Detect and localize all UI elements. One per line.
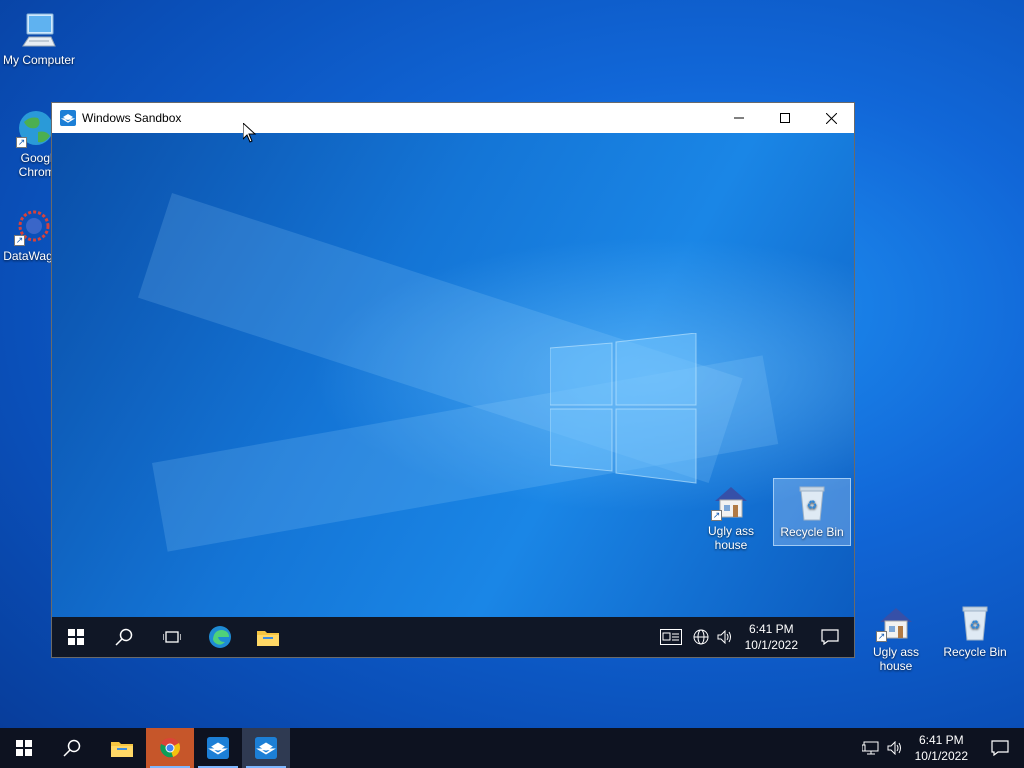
taskbar-clock[interactable]: 6:41 PM 10/1/2022 [907,732,976,764]
chrome-globe-icon: ↗ [16,108,56,148]
minimize-icon [734,117,744,119]
close-icon [825,112,837,124]
action-center-button[interactable] [806,617,854,657]
minimize-button[interactable] [716,103,762,133]
task-view-icon [163,631,181,643]
news-icon [659,629,682,645]
notification-icon [821,629,839,645]
news-button[interactable] [653,617,689,657]
shortcut-arrow-icon: ↗ [711,510,722,521]
search-icon [63,739,81,757]
desktop-icon-label: Ugly ass house [707,524,754,552]
windows-sandbox-icon [207,737,229,759]
chrome-taskbar-button[interactable] [146,728,194,768]
desktop-icon-my-computer[interactable]: My Computer [0,10,78,67]
start-button[interactable] [0,728,48,768]
computer-icon [19,10,59,50]
windows-start-icon [68,629,84,645]
desktop-icon-label: My Computer [2,53,76,67]
recycle-bin-icon: ♻ [792,482,832,522]
windows-sandbox-window[interactable]: Windows Sandbox ↗ Ugly ass house ♻ Recyc… [51,102,855,658]
windows-sandbox-taskbar-button[interactable] [194,728,242,768]
task-view-button[interactable] [148,617,196,657]
shortcut-arrow-icon: ↗ [14,235,25,246]
shortcut-arrow-icon: ↗ [16,137,27,148]
desktop-icon-datawag[interactable]: ↗ DataWag [0,206,56,263]
volume-button[interactable] [713,617,737,657]
windows-sandbox-icon [60,110,76,126]
edge-icon [209,626,231,648]
svg-text:♻: ♻ [970,618,981,632]
network-button[interactable] [689,617,713,657]
desktop-icon-recycle-bin[interactable]: ♻ Recycle Bin [936,602,1014,659]
volume-button[interactable] [883,728,907,768]
windows-sandbox-icon [255,737,277,759]
desktop-icon-label: Recycle Bin [943,645,1007,659]
chrome-icon [160,738,181,758]
search-icon [115,628,133,646]
clock-date: 10/1/2022 [914,749,968,763]
windows-sandbox-taskbar-button-active[interactable] [242,728,290,768]
maximize-icon [780,113,790,123]
clock-date: 10/1/2022 [744,638,798,652]
sandbox-icon-ugly-house[interactable]: ↗ Ugly ass house [692,481,770,552]
clock-time: 6:41 PM [748,622,794,636]
maximize-button[interactable] [762,103,808,133]
mouse-cursor-icon [242,121,257,148]
desktop-icon-label: Ugly ass house [872,645,919,673]
edge-taskbar-button[interactable] [196,617,244,657]
recycle-bin-icon: ♻ [955,602,995,642]
main-taskbar: 6:41 PM 10/1/2022 [0,728,1024,768]
desktop-icon-label: Recycle Bin [780,525,844,539]
notification-icon [991,740,1009,756]
sandbox-desktop[interactable]: ↗ Ugly ass house ♻ Recycle Bin [52,133,854,617]
sandbox-taskbar: 6:41 PM 10/1/2022 [52,617,854,657]
close-button[interactable] [808,103,854,133]
desktop-icon-google-chrome[interactable]: ↗ Google Chrome [0,108,56,179]
speaker-icon [887,741,901,755]
datawag-icon: ↗ [14,206,54,246]
sandbox-icon-recycle-bin[interactable]: ♻ Recycle Bin [773,478,851,546]
house-icon: ↗ [876,602,916,642]
sandbox-clock[interactable]: 6:41 PM 10/1/2022 [737,621,806,653]
house-icon: ↗ [711,481,751,521]
speaker-icon [717,630,731,644]
file-explorer-taskbar-button[interactable] [244,617,292,657]
globe-network-icon [693,629,709,645]
desktop-icon-label: DataWag [3,249,53,263]
search-button[interactable] [100,617,148,657]
svg-text:♻: ♻ [807,498,818,512]
search-button[interactable] [48,728,96,768]
start-button[interactable] [52,617,100,657]
file-explorer-taskbar-button[interactable] [98,728,146,768]
action-center-button[interactable] [976,728,1024,768]
network-wired-icon [861,741,879,755]
window-titlebar[interactable]: Windows Sandbox [52,103,854,133]
folder-icon [111,742,133,757]
shortcut-arrow-icon: ↗ [876,631,887,642]
network-button[interactable] [859,728,883,768]
window-title: Windows Sandbox [82,111,182,125]
desktop-icon-ugly-house[interactable]: ↗ Ugly ass house [857,602,935,673]
clock-time: 6:41 PM [918,733,964,747]
desktop-icon-label: Google Chrome [18,151,56,179]
folder-icon [257,631,279,646]
windows-start-icon [16,740,32,756]
windows-logo-wallpaper [549,332,700,490]
